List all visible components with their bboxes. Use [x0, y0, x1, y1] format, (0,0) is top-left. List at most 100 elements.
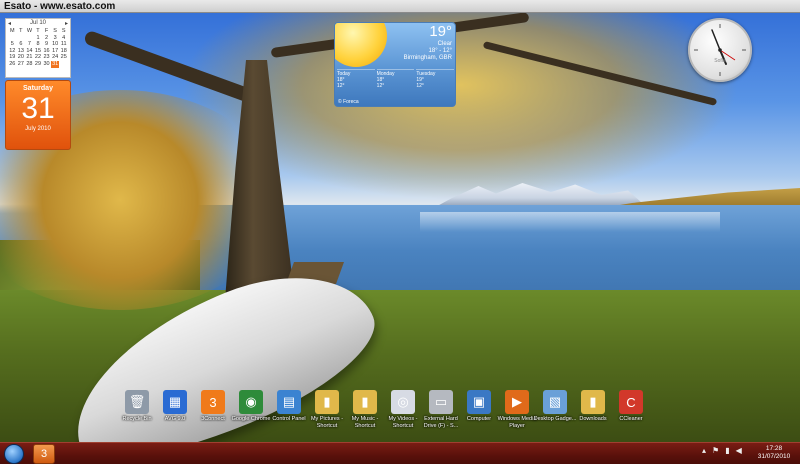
calendar-weekday-header: M: [9, 28, 15, 34]
folder-icon: ▮: [353, 390, 377, 414]
calendar-day-cell[interactable]: 10: [51, 41, 60, 48]
calendar-day-cell[interactable]: 6: [17, 41, 26, 48]
forecast-day: Today 18° 12°: [337, 69, 375, 89]
window-title-bar[interactable]: Esato - www.esato.com: [0, 0, 800, 13]
calendar-day-cell[interactable]: 7: [25, 41, 34, 48]
calendar-day-cell[interactable]: 21: [25, 54, 34, 61]
calendar-month-year: July 2010: [25, 126, 51, 132]
desktop-icon-external-hard-drive-f-s[interactable]: ▭ External Hard Drive (F) - S...: [422, 390, 460, 438]
calendar-month-view[interactable]: ◂ Jul 10 ▸ MTWTFSS 1 2 3 4 5 6 7 8 9 10 11 12 13 14 15…: [5, 18, 71, 78]
system-tray: ▴ ⚑ ▮ ◀: [702, 446, 742, 455]
network-icon[interactable]: ▮: [725, 446, 729, 455]
calendar-day-cell[interactable]: 30: [42, 61, 51, 68]
calendar-day-cell[interactable]: 29: [34, 61, 43, 68]
calendar-day-cell[interactable]: 31: [50, 60, 60, 68]
calendar-day-cell[interactable]: 14: [25, 48, 34, 55]
calendar-day-cell: [59, 61, 68, 68]
desktop-icon-avg-9-0[interactable]: ▦ AVG 9.0: [156, 390, 194, 438]
calendar-days: 1 2 3 4 5 6 7 8 9 10 11 12 13 14 15 16 17 18 19 20 21 22 23 24 2…: [8, 35, 68, 68]
forecast-day: Monday 18° 12°: [376, 69, 415, 89]
calendar-day-cell[interactable]: 3: [51, 35, 60, 42]
desktop-icon-my-pictures-shortcut[interactable]: ▮ My Pictures - Shortcut: [308, 390, 346, 438]
desktop-icon-recycle-bin[interactable]: 🗑 Recycle Bin: [118, 390, 156, 438]
gadgets-icon: ▧: [543, 390, 567, 414]
desktop-icon-computer[interactable]: ▣ Computer: [460, 390, 498, 438]
calendar-day-cell[interactable]: 12: [8, 48, 17, 55]
calendar-day-cell[interactable]: 22: [34, 54, 43, 61]
calendar-day-cell[interactable]: 15: [34, 48, 43, 55]
calendar-prev-icon[interactable]: ◂: [8, 20, 11, 28]
arrow-up-icon[interactable]: ▴: [702, 446, 706, 455]
calendar-day-cell[interactable]: 11: [59, 41, 68, 48]
desktop-icon-control-panel[interactable]: ▤ Control Panel: [270, 390, 308, 438]
calendar-day-cell[interactable]: 18: [59, 48, 68, 55]
calendar-day-cell[interactable]: 17: [51, 48, 60, 55]
calendar-weekday-header: W: [26, 28, 33, 34]
calendar-day-cell[interactable]: 2: [42, 35, 51, 42]
chrome-icon: ◉: [239, 390, 263, 414]
clock-face-icon: [694, 24, 746, 76]
clock-gadget[interactable]: Sofia: [688, 18, 752, 82]
calendar-weekday-header: S: [61, 28, 66, 34]
calendar-day-cell[interactable]: 24: [51, 54, 60, 61]
calendar-day-cell[interactable]: 13: [17, 48, 26, 55]
calendar-day-cell[interactable]: 19: [8, 54, 17, 61]
calendar-day-number: 31: [21, 92, 55, 125]
volume-icon[interactable]: ◀: [736, 446, 742, 455]
calendar-day-view[interactable]: Saturday 31 July 2010: [5, 80, 71, 150]
weather-conditions: Clear 18° - 12° Birmingham, GBR: [404, 41, 452, 62]
desktop-icon-downloads[interactable]: ▮ Downloads: [574, 390, 612, 438]
calendar-day-cell[interactable]: 26: [8, 61, 17, 68]
calendar-day-cell[interactable]: 28: [25, 61, 34, 68]
weather-condition: Clear: [437, 41, 452, 47]
dvd-icon: ◎: [391, 390, 415, 414]
calendar-gadget[interactable]: ◂ Jul 10 ▸ MTWTFSS 1 2 3 4 5 6 7 8 9 10 11 12 13 14 15…: [5, 18, 71, 152]
clock-label: Sofia: [714, 58, 726, 64]
ccleaner-icon: C: [619, 390, 643, 414]
calendar-weekday-header: T: [36, 28, 40, 34]
folder-icon: ▮: [581, 390, 605, 414]
calendar-day-cell[interactable]: 20: [17, 54, 26, 61]
calendar-next-icon[interactable]: ▸: [65, 20, 68, 28]
desktop-icon-my-videos-shortcut[interactable]: ◎ My Videos - Shortcut: [384, 390, 422, 438]
start-button[interactable]: [4, 444, 24, 464]
desktop-icon-label: CCleaner: [619, 416, 643, 422]
calendar-day-cell: [17, 35, 26, 42]
taskbar-clock[interactable]: 17:28 31/07/2010: [752, 445, 796, 461]
weather-temperature: 19°: [429, 23, 452, 40]
forecast-low: 12°: [376, 83, 385, 89]
window-title: Esato - www.esato.com: [4, 1, 116, 12]
folder-icon: ▮: [315, 390, 339, 414]
calendar-month-label: Jul 10: [29, 20, 46, 26]
calendar-day-cell[interactable]: 23: [42, 54, 51, 61]
calendar-day-cell: [25, 35, 34, 42]
calendar-day-cell[interactable]: 27: [17, 61, 26, 68]
recycle-bin-icon: 🗑: [125, 390, 149, 414]
taskbar: 3 ▴ ⚑ ▮ ◀ 17:28 31/07/2010: [0, 442, 800, 464]
calendar-weekday-headers: MTWTFSS: [8, 28, 68, 35]
calendar-weekday-header: S: [53, 28, 57, 34]
calendar-day-cell[interactable]: 8: [34, 41, 43, 48]
calendar-day-cell[interactable]: 5: [8, 41, 17, 48]
calendar-day-cell[interactable]: 16: [42, 48, 51, 55]
desktop-icon-3connect[interactable]: 3 3Connect: [194, 390, 232, 438]
desktop-icon-desktop-gadge[interactable]: ▧ Desktop Gadge...: [534, 390, 576, 438]
sun-icon: [335, 23, 387, 67]
weather-provider: © Foreca: [338, 99, 359, 105]
calendar-day-cell[interactable]: 4: [59, 35, 68, 42]
pinned-3-app-button[interactable]: 3: [33, 444, 55, 464]
flag-icon[interactable]: ⚑: [712, 446, 719, 455]
desktop-icon-my-music-shortcut[interactable]: ▮ My Music - Shortcut: [346, 390, 384, 438]
calendar-day-cell: [8, 35, 17, 42]
calendar-day-cell[interactable]: 9: [42, 41, 51, 48]
calendar-weekday: Saturday: [23, 85, 53, 92]
media-player-icon: ▶: [505, 390, 529, 414]
three-connect-icon: 3: [201, 390, 225, 414]
calendar-day-cell[interactable]: 1: [34, 35, 43, 42]
desktop-icon-google-chrome[interactable]: ◉ Google Chrome: [232, 390, 270, 438]
desktop-icon-ccleaner[interactable]: C CCleaner: [612, 390, 650, 438]
calendar-day-cell[interactable]: 25: [59, 54, 68, 61]
weather-gadget[interactable]: 19° Clear 18° - 12° Birmingham, GBR Toda…: [334, 22, 456, 107]
desktop-icon-windows-media-player[interactable]: ▶ Windows Media Player: [498, 390, 536, 438]
taskbar-time: 17:28: [765, 445, 783, 452]
